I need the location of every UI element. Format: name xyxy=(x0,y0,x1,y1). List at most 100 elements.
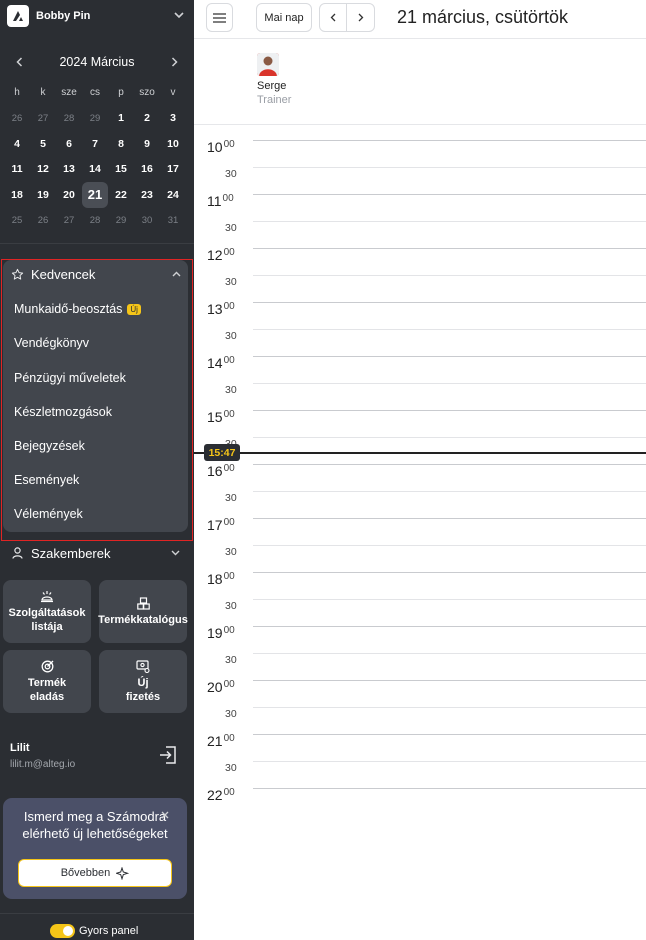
menu-button[interactable] xyxy=(206,3,233,32)
mini-calendar-day[interactable]: 5 xyxy=(30,131,56,157)
mini-calendar-day[interactable]: 6 xyxy=(56,131,82,157)
favorites-panel: Kedvencek Munkaidő-beosztás Új Vendégkön… xyxy=(3,260,188,532)
mini-calendar-day[interactable]: 31 xyxy=(160,208,186,234)
hour-value: 12 xyxy=(207,247,223,263)
day-schedule-grid[interactable]: 1000301100301200301300301400301500301600… xyxy=(194,124,646,940)
favorite-item-events[interactable]: Események xyxy=(14,473,79,487)
half-hour-label: 30 xyxy=(225,492,237,504)
minute-value: 00 xyxy=(223,355,235,366)
hour-label: 16 00 xyxy=(207,463,235,479)
mini-calendar-day[interactable]: 16 xyxy=(134,157,160,183)
prev-day-button[interactable] xyxy=(320,4,348,31)
mini-calendar-day[interactable]: 19 xyxy=(30,182,56,208)
mini-calendar-day[interactable]: 25 xyxy=(4,208,30,234)
hour-label: 20 00 xyxy=(207,679,235,695)
specialists-header[interactable]: Szakemberek xyxy=(12,543,180,563)
mini-calendar-day[interactable]: 15 xyxy=(108,157,134,183)
mini-calendar-day[interactable]: 7 xyxy=(82,131,108,157)
product-sale-button[interactable]: Termék eladás xyxy=(3,650,91,713)
quick-panel-toggle[interactable] xyxy=(50,924,75,938)
hour-label: 11 00 xyxy=(207,193,234,209)
hour-value: 13 xyxy=(207,301,223,317)
mini-calendar-day[interactable]: 29 xyxy=(108,208,134,234)
hour-label: 14 00 xyxy=(207,355,235,371)
mini-calendar-day[interactable]: 23 xyxy=(134,182,160,208)
mini-calendar-day[interactable]: 26 xyxy=(30,208,56,234)
weekday-label: h xyxy=(14,87,20,99)
mini-calendar-day[interactable]: 28 xyxy=(82,208,108,234)
sidebar: Bobby Pin 2024 Március h k sze cs p szo v 26 27 2… xyxy=(0,0,194,940)
mini-calendar-day[interactable]: 24 xyxy=(160,182,186,208)
favorite-item-label: Munkaidő-beosztás xyxy=(14,302,123,316)
mini-calendar-day[interactable]: 2 xyxy=(134,106,160,132)
services-list-button[interactable]: Szolgáltatások listája xyxy=(3,580,91,643)
mini-calendar-day[interactable]: 3 xyxy=(160,106,186,132)
mini-calendar-day[interactable]: 18 xyxy=(4,182,30,208)
new-payment-button[interactable]: Új fizetés xyxy=(99,650,187,713)
learn-more-button[interactable]: Bővebben xyxy=(18,859,172,887)
half-hour-label: 30 xyxy=(225,222,237,234)
weekday-label: k xyxy=(40,87,46,99)
favorite-item-entries[interactable]: Bejegyzések xyxy=(14,439,85,453)
minute-value: 00 xyxy=(223,733,235,744)
mini-calendar-day[interactable]: 9 xyxy=(134,131,160,157)
half-hour-label: 30 xyxy=(225,600,237,612)
staff-name[interactable]: Serge xyxy=(257,80,286,92)
favorite-item-work-schedule[interactable]: Munkaidő-beosztás Új xyxy=(14,302,141,316)
mini-calendar-day-selected[interactable]: 21 xyxy=(82,182,108,208)
close-icon[interactable] xyxy=(161,810,169,822)
mini-calendar-day[interactable]: 12 xyxy=(30,157,56,183)
weekday-label: v xyxy=(170,87,176,99)
minute-value: 00 xyxy=(223,625,235,636)
promo-text: Ismerd meg a Számodra elérhető új lehető… xyxy=(22,809,168,841)
mini-calendar-day[interactable]: 30 xyxy=(134,208,160,234)
mini-calendar-day[interactable]: 28 xyxy=(56,106,82,132)
favorite-item-reviews[interactable]: Vélemények xyxy=(14,507,83,521)
mini-calendar-day[interactable]: 8 xyxy=(108,131,134,157)
next-month-icon[interactable] xyxy=(171,54,178,70)
weekday-label: cs xyxy=(90,87,100,99)
account-switcher[interactable]: Bobby Pin xyxy=(0,0,194,32)
favorite-item-stock-movements[interactable]: Készletmozgások xyxy=(14,405,112,419)
mini-calendar-day[interactable]: 26 xyxy=(4,106,30,132)
mini-calendar-day[interactable]: 29 xyxy=(82,106,108,132)
company-logo xyxy=(7,5,29,27)
weekday-label: szo xyxy=(139,87,155,99)
chevron-up-icon[interactable] xyxy=(172,271,181,277)
mini-calendar-day[interactable]: 20 xyxy=(56,182,82,208)
prev-month-icon[interactable] xyxy=(16,54,23,70)
mini-calendar-day[interactable]: 4 xyxy=(4,131,30,157)
person-icon xyxy=(12,547,23,559)
staff-avatar[interactable] xyxy=(257,53,279,76)
mini-calendar-day[interactable]: 27 xyxy=(30,106,56,132)
mini-calendar-day[interactable]: 27 xyxy=(56,208,82,234)
mini-calendar-day[interactable]: 10 xyxy=(160,131,186,157)
mini-calendar-day[interactable]: 13 xyxy=(56,157,82,183)
mini-calendar-day[interactable]: 17 xyxy=(160,157,186,183)
mini-calendar-day[interactable]: 1 xyxy=(108,106,134,132)
half-hour-label: 30 xyxy=(225,384,237,396)
star-icon xyxy=(11,268,24,280)
favorites-header[interactable]: Kedvencek xyxy=(11,264,181,284)
half-hour-line xyxy=(253,383,646,384)
today-button[interactable]: Mai nap xyxy=(256,3,312,32)
favorite-item-guestbook[interactable]: Vendégkönyv xyxy=(14,336,89,350)
chevron-down-icon[interactable] xyxy=(171,550,180,556)
product-catalog-button[interactable]: Termékkatalógus xyxy=(98,580,188,643)
current-time-badge: 15:47 xyxy=(204,444,240,462)
chevron-down-icon[interactable] xyxy=(174,11,184,22)
hour-value: 22 xyxy=(207,787,223,803)
quick-panel: Gyors panel xyxy=(50,924,138,938)
logout-icon[interactable] xyxy=(158,745,178,770)
account-name: Bobby Pin xyxy=(36,10,91,22)
tile-label: Szolgáltatások listája xyxy=(8,606,86,633)
next-day-button[interactable] xyxy=(347,4,374,31)
hour-value: 20 xyxy=(207,679,223,695)
weekday-label: p xyxy=(118,87,124,99)
hour-label: 15 00 xyxy=(207,409,235,425)
mini-calendar-day[interactable]: 22 xyxy=(108,182,134,208)
mini-calendar-day[interactable]: 11 xyxy=(4,157,30,183)
mini-calendar-day[interactable]: 14 xyxy=(82,157,108,183)
favorite-item-financial-operations[interactable]: Pénzügyi műveletek xyxy=(14,371,126,385)
half-hour-line xyxy=(253,491,646,492)
